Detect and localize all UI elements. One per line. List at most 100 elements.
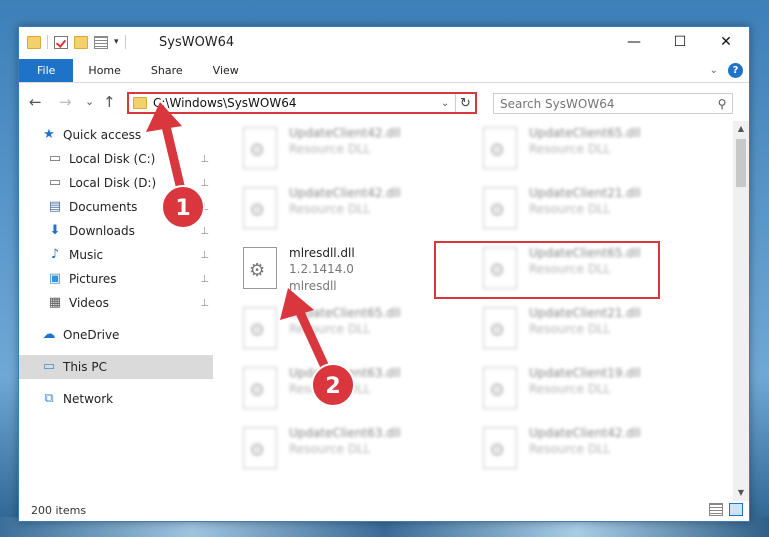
forward-button[interactable]: → bbox=[59, 93, 72, 111]
sidebar-item[interactable]: ♪ Music ⊥ bbox=[19, 243, 213, 267]
file-item[interactable]: UpdateClient42.dll Resource DLL bbox=[243, 125, 473, 181]
file-item[interactable]: UpdateClient19.dll Resource DLL bbox=[483, 365, 713, 421]
scroll-up-button[interactable]: ▲ bbox=[733, 121, 749, 137]
file-type: Resource DLL bbox=[529, 322, 611, 336]
sidebar-item[interactable]: ⧉ Network bbox=[19, 387, 213, 411]
file-item[interactable]: UpdateClient65.dll Resource DLL bbox=[483, 125, 713, 181]
file-version: 1.2.1414.0 bbox=[289, 262, 354, 276]
file-name: UpdateClient65.dll bbox=[529, 246, 641, 260]
sidebar-item[interactable]: ▭ Local Disk (C:) ⊥ bbox=[19, 147, 213, 171]
pin-icon[interactable]: ⊥ bbox=[200, 154, 209, 165]
file-type: Resource DLL bbox=[529, 442, 611, 456]
search-box[interactable]: ⚲ bbox=[493, 93, 733, 114]
file-name: UpdateClient42.dll bbox=[529, 426, 641, 440]
pin-icon[interactable]: ⊥ bbox=[200, 178, 209, 189]
file-item[interactable]: UpdateClient63.dll Resource DLL bbox=[243, 365, 473, 421]
dll-file-icon bbox=[483, 367, 517, 409]
dll-file-icon bbox=[243, 307, 277, 349]
details-view-icon[interactable] bbox=[709, 503, 723, 516]
pin-icon[interactable]: ⊥ bbox=[200, 274, 209, 285]
sidebar-item[interactable]: ▦ Videos ⊥ bbox=[19, 291, 213, 315]
sidebar-item[interactable]: ☁ OneDrive bbox=[19, 323, 213, 347]
file-item[interactable]: UpdateClient42.dll Resource DLL bbox=[243, 185, 473, 241]
file-item-mlresdll[interactable]: mlresdll.dll 1.2.1414.0 mlresdll bbox=[243, 245, 473, 301]
file-info: UpdateClient42.dll Resource DLL bbox=[289, 125, 401, 158]
file-item[interactable]: UpdateClient65.dll Resource DLL bbox=[243, 305, 473, 361]
cloud-icon: ☁ bbox=[42, 327, 56, 342]
help-icon[interactable]: ? bbox=[728, 63, 743, 78]
vertical-scrollbar[interactable]: ▲ ▼ bbox=[733, 121, 749, 501]
file-info: UpdateClient19.dll Resource DLL bbox=[529, 365, 641, 398]
tab-view[interactable]: View bbox=[198, 59, 254, 82]
tab-home[interactable]: Home bbox=[73, 59, 135, 82]
new-folder-icon[interactable] bbox=[74, 35, 88, 49]
tab-file[interactable]: File bbox=[19, 59, 74, 82]
maximize-button[interactable]: ☐ bbox=[657, 27, 703, 57]
address-dropdown-icon[interactable]: ⌄ bbox=[441, 98, 455, 109]
customize-icon[interactable] bbox=[94, 35, 108, 49]
sidebar-item[interactable]: ⬇ Downloads ⊥ bbox=[19, 219, 213, 243]
music-icon: ♪ bbox=[50, 247, 60, 262]
file-item[interactable]: UpdateClient21.dll Resource DLL bbox=[483, 305, 713, 361]
search-input[interactable] bbox=[500, 96, 712, 111]
pin-icon[interactable]: ⊥ bbox=[200, 250, 209, 261]
dll-file-icon bbox=[483, 187, 517, 229]
file-item[interactable]: UpdateClient42.dll Resource DLL bbox=[483, 425, 713, 481]
file-name: UpdateClient21.dll bbox=[529, 186, 641, 200]
file-name: UpdateClient19.dll bbox=[529, 366, 641, 380]
window-title: SysWOW64 bbox=[159, 35, 235, 50]
file-info: UpdateClient65.dll Resource DLL bbox=[529, 245, 641, 278]
properties-check-icon[interactable] bbox=[54, 35, 68, 49]
sidebar-item[interactable]: ▣ Pictures ⊥ bbox=[19, 267, 213, 291]
address-bar[interactable]: C:\Windows\SysWOW64 ⌄ ↻ bbox=[127, 92, 477, 114]
file-item[interactable]: UpdateClient63.dll Resource DLL bbox=[243, 425, 473, 481]
sidebar-item[interactable]: ▭ Local Disk (D:) ⊥ bbox=[19, 171, 213, 195]
explorer-body: ★ Quick access ▭ Local Disk (C:) ⊥ ▭ Local Dis… bbox=[19, 121, 749, 501]
expand-ribbon-icon[interactable]: ⌄ bbox=[710, 65, 718, 76]
file-name: UpdateClient42.dll bbox=[289, 126, 401, 140]
file-item[interactable]: UpdateClient21.dll Resource DLL bbox=[483, 185, 713, 241]
file-type: Resource DLL bbox=[289, 442, 371, 456]
file-info: UpdateClient21.dll Resource DLL bbox=[529, 185, 641, 218]
dll-file-icon bbox=[483, 127, 517, 169]
folder-icon bbox=[133, 97, 147, 109]
dll-file-icon bbox=[243, 367, 277, 409]
dll-file-icon bbox=[243, 127, 277, 169]
file-type: Resource DLL bbox=[529, 382, 611, 396]
address-path[interactable]: C:\Windows\SysWOW64 bbox=[153, 96, 441, 110]
file-type: mlresdll bbox=[289, 279, 337, 293]
pin-icon[interactable]: ⊥ bbox=[200, 226, 209, 237]
window-controls: — ☐ ✕ bbox=[611, 27, 749, 57]
file-info: UpdateClient42.dll Resource DLL bbox=[529, 425, 641, 458]
sidebar-item[interactable]: ★ Quick access bbox=[19, 123, 213, 147]
pin-icon[interactable]: ⊥ bbox=[200, 298, 209, 309]
sidebar-item[interactable]: ▤ Documents ⊥ bbox=[19, 195, 213, 219]
file-name: UpdateClient65.dll bbox=[529, 126, 641, 140]
minimize-button[interactable]: — bbox=[611, 27, 657, 57]
status-bar: 200 items bbox=[19, 499, 749, 521]
tab-share[interactable]: Share bbox=[136, 59, 198, 82]
file-item[interactable]: UpdateClient65.dll Resource DLL bbox=[483, 245, 713, 301]
up-button[interactable]: ↑ bbox=[103, 93, 116, 111]
refresh-button[interactable]: ↻ bbox=[455, 94, 475, 112]
search-icon[interactable]: ⚲ bbox=[712, 97, 732, 111]
file-info: UpdateClient63.dll Resource DLL bbox=[289, 365, 401, 398]
toolbar-separator bbox=[124, 35, 126, 49]
file-list: UpdateClient42.dllResource DLLUpdateClie… bbox=[215, 121, 735, 501]
tiles-view-icon[interactable] bbox=[729, 503, 743, 516]
star-icon: ★ bbox=[43, 127, 55, 142]
back-button[interactable]: ← bbox=[29, 93, 42, 111]
toolbar-dropdown-icon[interactable]: ▾ bbox=[114, 37, 119, 47]
close-button[interactable]: ✕ bbox=[703, 27, 749, 57]
pin-icon[interactable]: ⊥ bbox=[200, 202, 209, 213]
dll-file-icon bbox=[243, 427, 277, 469]
title-bar: ▾ SysWOW64 — ☐ ✕ bbox=[19, 27, 749, 59]
sidebar-item-label: OneDrive bbox=[63, 328, 120, 342]
file-info: UpdateClient65.dll Resource DLL bbox=[289, 305, 401, 338]
file-type: Resource DLL bbox=[289, 202, 371, 216]
item-count: 200 items bbox=[31, 503, 87, 517]
sidebar-item[interactable]: ▭ This PC bbox=[19, 355, 213, 379]
recent-locations-button[interactable]: ⌄ bbox=[85, 95, 94, 108]
file-name: mlresdll.dll bbox=[289, 246, 355, 260]
scroll-thumb[interactable] bbox=[736, 139, 746, 187]
